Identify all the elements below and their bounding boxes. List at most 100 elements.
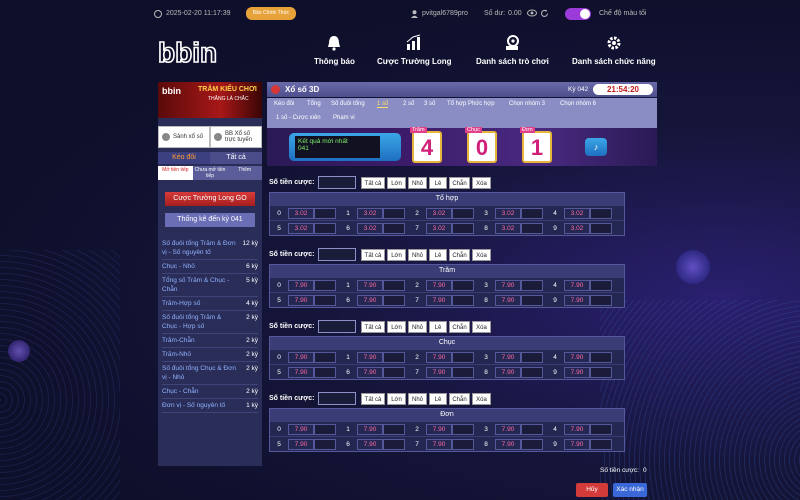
bet-amount-input[interactable]: [314, 424, 336, 435]
list-item[interactable]: Trăm-Hợp số 4 kỳ: [162, 297, 258, 311]
bet-amount-input[interactable]: [521, 352, 543, 363]
amount-input[interactable]: [318, 320, 356, 333]
bet-amount-input[interactable]: [383, 208, 405, 219]
quick-select-button[interactable]: Lớn: [387, 321, 406, 333]
tab-2-so[interactable]: 2 số: [403, 101, 414, 107]
bet-amount-input[interactable]: [590, 208, 612, 219]
quick-select-button[interactable]: Lẻ: [429, 393, 447, 405]
tab-chon-nhom-3[interactable]: Chọn nhóm 3: [509, 101, 545, 107]
tab-1-so-cuoc-xien[interactable]: 1 số - Cược xiên: [276, 115, 321, 121]
quick-select-button[interactable]: Tất cả: [361, 321, 385, 333]
amount-input[interactable]: [318, 176, 356, 189]
bet-amount-input[interactable]: [452, 367, 474, 378]
tab-3-so[interactable]: 3 số: [424, 101, 435, 107]
bet-amount-input[interactable]: [590, 352, 612, 363]
bet-amount-input[interactable]: [314, 295, 336, 306]
cancel-button[interactable]: Hủy: [576, 483, 608, 497]
bet-amount-input[interactable]: [590, 280, 612, 291]
bet-amount-input[interactable]: [590, 223, 612, 234]
bbin-logo[interactable]: bbin: [158, 38, 228, 66]
quick-select-button[interactable]: Xóa: [472, 321, 491, 333]
bet-amount-input[interactable]: [314, 439, 336, 450]
tab-chon-nhom-6[interactable]: Chọn nhóm 6: [560, 101, 596, 107]
tab-keo-doi[interactable]: Kéo đôi: [274, 101, 294, 107]
list-item[interactable]: Trăm-Nhỏ 2 kỳ: [162, 348, 258, 362]
tab-1-so[interactable]: 1 số: [377, 101, 389, 108]
quick-select-button[interactable]: Lẻ: [429, 249, 447, 261]
quick-select-button[interactable]: Xóa: [472, 249, 491, 261]
bet-amount-input[interactable]: [452, 295, 474, 306]
bet-amount-input[interactable]: [590, 295, 612, 306]
bet-amount-input[interactable]: [452, 439, 474, 450]
subtab-chua-mo[interactable]: Chưa mở tiền tiếp: [192, 166, 228, 180]
quick-select-button[interactable]: Nhỏ: [408, 393, 427, 405]
tab-so-duoi-tong[interactable]: Số đuôi tổng: [331, 101, 365, 107]
bet-amount-input[interactable]: [521, 280, 543, 291]
bet-amount-input[interactable]: [383, 295, 405, 306]
bet-amount-input[interactable]: [383, 352, 405, 363]
bet-amount-input[interactable]: [383, 424, 405, 435]
bet-amount-input[interactable]: [452, 280, 474, 291]
bet-amount-input[interactable]: [383, 439, 405, 450]
quick-select-button[interactable]: Chẵn: [449, 177, 470, 189]
quick-select-button[interactable]: Chẵn: [449, 321, 470, 333]
quick-select-button[interactable]: Xóa: [472, 393, 491, 405]
quick-select-button[interactable]: Nhỏ: [408, 249, 427, 261]
list-item[interactable]: Trăm-Chẵn 2 kỳ: [162, 334, 258, 348]
list-item[interactable]: Chục - Nhỏ 6 kỳ: [162, 260, 258, 274]
quick-select-button[interactable]: Nhỏ: [408, 177, 427, 189]
bet-amount-input[interactable]: [383, 367, 405, 378]
tab-tat-ca[interactable]: Tất cả: [210, 152, 262, 164]
dark-mode-toggle[interactable]: [565, 8, 591, 20]
bet-amount-input[interactable]: [452, 352, 474, 363]
bet-amount-input[interactable]: [590, 367, 612, 378]
long-bet-go-button[interactable]: Cược Trường Long GO: [165, 192, 255, 206]
quick-select-button[interactable]: Chẵn: [449, 249, 470, 261]
bet-amount-input[interactable]: [521, 208, 543, 219]
quick-select-button[interactable]: Lẻ: [429, 321, 447, 333]
tab-pham-vi[interactable]: Phạm vi: [333, 115, 355, 121]
promo-banner[interactable]: bbin TRĂM KIỂU CHƠI THẮNG LÀ CHẮC: [158, 82, 262, 118]
list-item[interactable]: Tổng số Trăm & Chục - Chẵn 5 kỳ: [162, 274, 258, 297]
quick-select-button[interactable]: Xóa: [472, 177, 491, 189]
bet-amount-input[interactable]: [521, 295, 543, 306]
bet-amount-input[interactable]: [452, 208, 474, 219]
bet-amount-input[interactable]: [314, 367, 336, 378]
quick-select-button[interactable]: Lớn: [387, 393, 406, 405]
amount-input[interactable]: [318, 248, 356, 261]
bet-amount-input[interactable]: [452, 223, 474, 234]
bet-amount-input[interactable]: [590, 439, 612, 450]
nav-game-list[interactable]: Danh sách trò chơi: [476, 34, 549, 66]
bet-amount-input[interactable]: [314, 223, 336, 234]
quick-select-button[interactable]: Tất cả: [361, 393, 385, 405]
bet-amount-input[interactable]: [521, 223, 543, 234]
quick-select-button[interactable]: Tất cả: [361, 177, 385, 189]
tab-keo-doi[interactable]: Kéo đôi: [158, 152, 210, 164]
list-item[interactable]: Đơn vị - Số nguyên tố 1 kỳ: [162, 399, 258, 413]
nav-function-list[interactable]: Danh sách chức năng: [572, 34, 656, 66]
quick-select-button[interactable]: Lớn: [387, 177, 406, 189]
quick-select-button[interactable]: Tất cả: [361, 249, 385, 261]
confirm-button[interactable]: Xác nhận: [613, 483, 647, 497]
bet-amount-input[interactable]: [521, 367, 543, 378]
tab-tong[interactable]: Tổng: [307, 101, 321, 107]
statistics-button[interactable]: Thống kê đến kỳ 041: [165, 213, 255, 227]
bet-amount-input[interactable]: [452, 424, 474, 435]
lottery-lobby-button[interactable]: Sảnh xổ số: [158, 126, 210, 148]
bet-amount-input[interactable]: [590, 424, 612, 435]
nav-announcement[interactable]: Thông báo: [314, 34, 355, 66]
bet-amount-input[interactable]: [521, 439, 543, 450]
nav-long-bet[interactable]: Cược Trường Long: [377, 34, 452, 66]
quick-select-button[interactable]: Nhỏ: [408, 321, 427, 333]
amount-input[interactable]: [318, 392, 356, 405]
bet-amount-input[interactable]: [383, 223, 405, 234]
bet-amount-input[interactable]: [314, 280, 336, 291]
list-item[interactable]: Chục - Chẵn 2 kỳ: [162, 385, 258, 399]
tab-to-hop-phuc-hop[interactable]: Tổ hợp Phức hợp: [447, 101, 495, 107]
bet-amount-input[interactable]: [383, 280, 405, 291]
list-item[interactable]: Số đuôi tổng Chục & Đơn vị - Nhỏ 2 kỳ: [162, 362, 258, 385]
eye-icon[interactable]: [527, 9, 537, 17]
quick-select-button[interactable]: Lẻ: [429, 177, 447, 189]
list-item[interactable]: Số đuôi tổng Trăm & Chục - Hợp số 2 kỳ: [162, 311, 258, 334]
list-item[interactable]: Số đuôi tổng Trăm & Đơn vị - Số nguyên t…: [162, 237, 258, 260]
